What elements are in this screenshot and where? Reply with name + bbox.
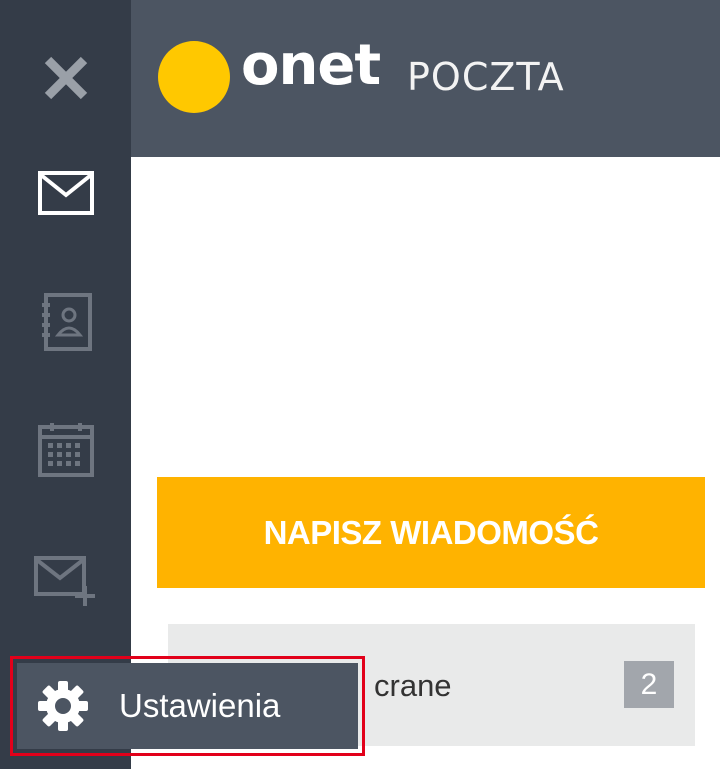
logo-dot: [158, 41, 230, 113]
folder-label: crane: [374, 668, 452, 703]
settings-menu-item[interactable]: Ustawienia: [17, 663, 358, 749]
sidebar: [0, 0, 131, 769]
mail-add-icon[interactable]: [0, 552, 131, 608]
settings-highlight-frame: Ustawienia: [10, 656, 365, 756]
calendar-icon[interactable]: [0, 420, 131, 478]
contacts-icon[interactable]: [0, 292, 131, 352]
logo-wordmark[interactable]: onet: [241, 38, 381, 94]
logo-subtitle: POCZTA: [407, 55, 565, 99]
compose-button[interactable]: NAPISZ WIADOMOŚĆ: [157, 477, 705, 588]
mail-icon[interactable]: [0, 168, 131, 218]
close-icon[interactable]: [0, 52, 131, 104]
gear-icon: [37, 680, 89, 732]
settings-label: Ustawienia: [119, 687, 281, 724]
header: onet POCZTA: [131, 0, 720, 157]
unread-count-badge: 2: [624, 661, 674, 708]
